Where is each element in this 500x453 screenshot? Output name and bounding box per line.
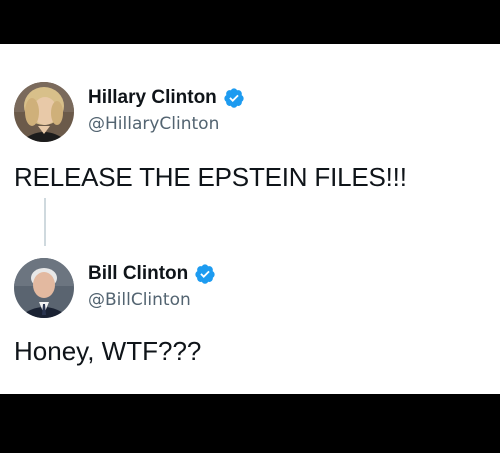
author-block: Hillary Clinton @HillaryClinton [88,86,245,134]
author-name[interactable]: Bill Clinton [88,263,188,285]
author-handle[interactable]: @HillaryClinton [88,114,245,134]
letterbox-bottom [0,394,500,453]
author-name[interactable]: Hillary Clinton [88,87,217,109]
verified-badge-icon [223,87,245,109]
letterbox-top [0,0,500,44]
author-handle[interactable]: @BillClinton [88,290,216,310]
avatar-bill[interactable] [14,258,74,318]
verified-badge-icon [194,263,216,285]
avatar-hillary[interactable] [14,82,74,142]
thread-connector-line [44,198,46,246]
tweet-text: Honey, WTF??? [14,336,202,366]
author-block: Bill Clinton @BillClinton [88,262,216,310]
tweet-text: RELEASE THE EPSTEIN FILES!!! [14,162,407,192]
tweet-thread-card: Hillary Clinton @HillaryClinton RELEASE … [0,44,500,394]
